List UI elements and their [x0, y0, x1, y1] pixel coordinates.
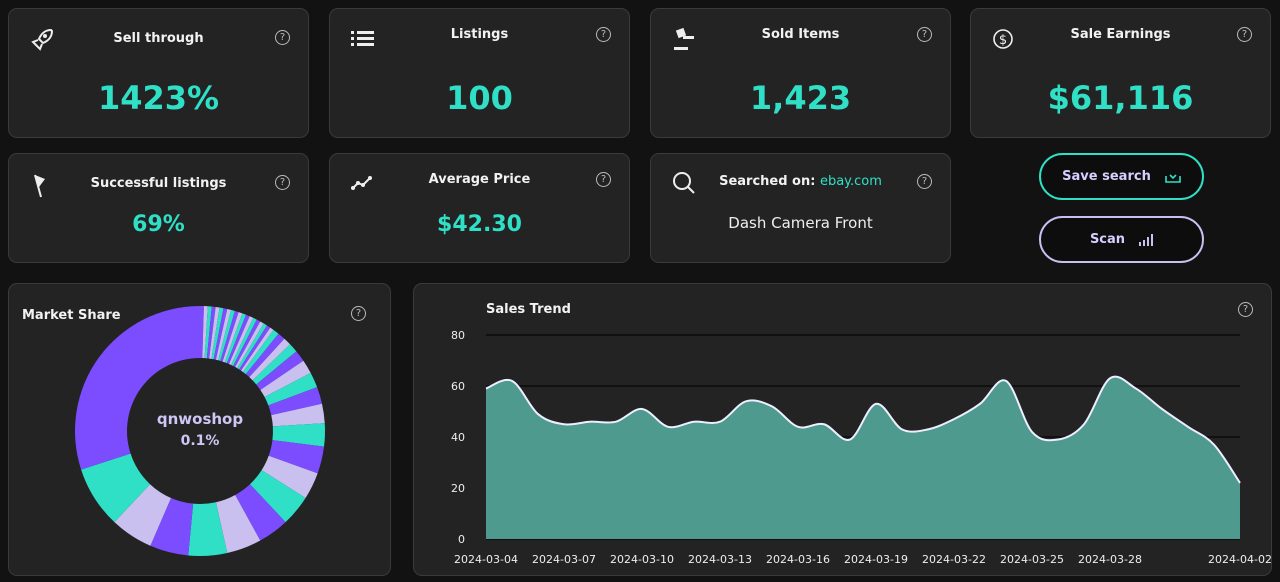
searched-on-card: Searched on: ebay.com ? Dash Camera Fron… [650, 153, 951, 263]
scan-button[interactable]: Scan [1039, 216, 1204, 263]
searched-on-label: Searched on: [719, 174, 816, 189]
help-icon[interactable]: ? [1238, 302, 1253, 317]
scan-label: Scan [1089, 232, 1126, 247]
stat-card-2: Sold Items ? 1,423 [650, 8, 951, 138]
stat-card-0: Sell through ? 1423% [8, 8, 309, 138]
help-icon[interactable]: ? [1237, 27, 1252, 42]
help-icon[interactable]: ? [917, 27, 932, 42]
search-site-link[interactable]: ebay.com [820, 174, 882, 189]
sales-trend-panel: Sales Trend ? [413, 283, 1272, 576]
card-value: 1,423 [749, 79, 852, 117]
save-search-label: Save search [1062, 169, 1151, 184]
card-value: 69% [132, 212, 185, 237]
search-query: Dash Camera Front [728, 214, 873, 232]
card-value: $61,116 [1047, 79, 1194, 117]
card-title: Average Price [428, 172, 531, 187]
help-icon[interactable]: ? [275, 30, 290, 45]
card-value: 100 [446, 79, 513, 117]
card-value: 1423% [97, 79, 220, 117]
stat-card-3: $ Sale Earnings ? $61,116 [970, 8, 1271, 138]
help-icon[interactable]: ? [596, 172, 611, 187]
signal-bars-icon [1139, 233, 1154, 246]
inbox-download-icon [1165, 173, 1181, 183]
card-title: Listings [450, 27, 509, 42]
stat-card-4: Successful listings ? 69% [8, 153, 309, 263]
stat-card-5: Average Price ? $42.30 [329, 153, 630, 263]
card-title: Sold Items [761, 27, 840, 42]
help-icon[interactable]: ? [917, 174, 932, 189]
save-search-button[interactable]: Save search [1039, 153, 1204, 200]
donut-center-label: qnwoshop [156, 410, 244, 428]
card-title: Successful listings [90, 176, 227, 191]
market-share-panel: Market Share ? qnwoshop 0.1% [8, 283, 391, 576]
help-icon[interactable]: ? [596, 27, 611, 42]
help-icon[interactable]: ? [275, 175, 290, 190]
card-title: Sale Earnings [1070, 27, 1171, 42]
donut-center-value: 0.1% [180, 433, 220, 449]
stat-card-1: Listings ? 100 [329, 8, 630, 138]
market-share-donut [74, 306, 325, 556]
card-title: Sell through [113, 31, 204, 46]
sales-trend-title: Sales Trend [486, 302, 571, 317]
card-value: $42.30 [437, 212, 522, 237]
